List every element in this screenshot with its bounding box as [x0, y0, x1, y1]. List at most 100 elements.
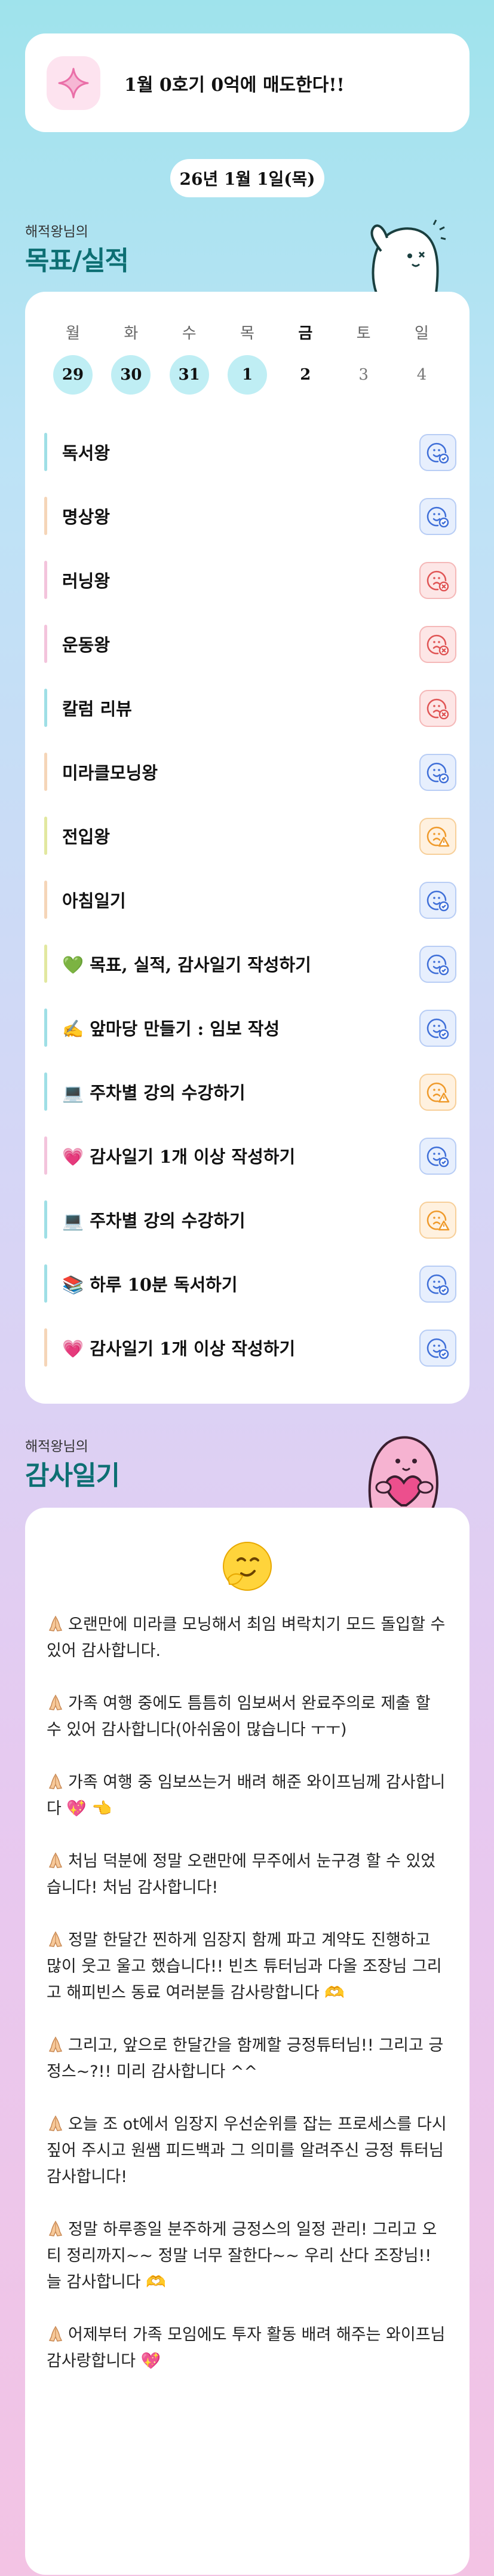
thanks-text: 가족 여행 중에도 틈틈히 임보써서 완료주의로 제출 할 수 있어 감사합니다… — [47, 1694, 431, 1739]
goal-item[interactable]: 독서왕 — [44, 420, 456, 484]
goal-title: 📚 하루 10분 독서하기 — [62, 1274, 238, 1295]
goal-color-bar — [44, 817, 47, 855]
week-day-number: 30 — [111, 355, 151, 395]
goal-status-blue-face-icon[interactable] — [419, 434, 456, 471]
week-day-number: 1 — [227, 355, 267, 395]
goal-title: 💻 주차별 강의 수강하기 — [62, 1210, 246, 1231]
goal-title: 독서왕 — [62, 442, 111, 463]
goal-status-orange-face-icon[interactable] — [419, 818, 456, 855]
thanks-entry: 정말 한달간 찐하게 임장지 함께 파고 계약도 진행하고 많이 웃고 울고 했… — [47, 1927, 448, 2006]
goal-color-bar — [44, 497, 47, 535]
goal-title: 💚 목표, 실적, 감사일기 작성하기 — [62, 954, 311, 975]
praying-hands-icon — [47, 1852, 68, 1871]
week-day[interactable]: 수 31 — [165, 322, 213, 395]
thanks-entry: 오랜만에 미라클 모닝해서 최임 벼락치기 모드 돌입할 수 있어 감사합니다. — [47, 1612, 448, 1664]
thanks-entry: 가족 여행 중에도 틈틈히 임보써서 완료주의로 제출 할 수 있어 감사합니다… — [47, 1691, 448, 1743]
thanks-text: 그리고, 앞으로 한달간을 함께할 긍정튜터님!! 그리고 긍정스~?!! 미리… — [47, 2036, 444, 2081]
thanks-text: 가족 여행 중 임보쓰는거 배려 해준 와이프님께 감사합니다 💖 👈 — [47, 1773, 446, 1818]
goal-item[interactable]: 명상왕 — [44, 484, 456, 548]
goal-item[interactable]: 아침일기 — [44, 867, 456, 931]
motto-card: 1월 0호기 0억에 매도한다!! — [25, 33, 470, 132]
goal-status-orange-face-icon[interactable] — [419, 1074, 456, 1111]
goal-title: 💻 주차별 강의 수강하기 — [62, 1082, 246, 1103]
goal-item[interactable]: 💗 감사일기 1개 이상 작성하기 — [44, 1315, 456, 1379]
praying-hands-icon — [47, 1694, 68, 1713]
thanks-entry: 그리고, 앞으로 한달간을 함께할 긍정튜터님!! 그리고 긍정스~?!! 미리… — [47, 2033, 448, 2085]
week-day[interactable]: 목1 — [223, 322, 271, 395]
thanks-text: 정말 하루종일 분주하게 긍정스의 일정 관리! 그리고 오티 정리까지~~ 정… — [47, 2220, 437, 2291]
week-day[interactable]: 금2 — [281, 322, 329, 395]
goal-item[interactable]: 📚 하루 10분 독서하기 — [44, 1251, 456, 1315]
thanks-entry: 오늘 조 ot에서 임장지 우선순위를 잡는 프로세스를 다시 짚어 주시고 원… — [47, 2111, 448, 2190]
goal-item[interactable]: ✍️ 앞마당 만들기 : 임보 작성 — [44, 995, 456, 1059]
goal-item[interactable]: 💚 목표, 실적, 감사일기 작성하기 — [44, 931, 456, 995]
goal-color-bar — [44, 1072, 47, 1111]
week-day-label: 토 — [356, 325, 371, 343]
goal-title: 💗 감사일기 1개 이상 작성하기 — [62, 1338, 296, 1359]
thanks-entry: 어제부터 가족 모임에도 투자 활동 배려 해주는 와이프님 감사랑합니다 💖 — [47, 2322, 448, 2375]
goal-item[interactable]: 전입왕 — [44, 803, 456, 867]
goal-color-bar — [44, 1200, 47, 1239]
week-day[interactable]: 화 30 — [107, 322, 155, 395]
week-day[interactable]: 토3 — [340, 322, 388, 395]
goal-color-bar — [44, 1264, 47, 1303]
goal-color-bar — [44, 945, 47, 983]
goal-status-orange-face-icon[interactable] — [419, 1202, 456, 1239]
motto-text: 1월 0호기 0억에 매도한다!! — [124, 74, 345, 96]
goal-status-blue-face-icon[interactable] — [419, 1266, 456, 1303]
goal-list: 독서왕명상왕 러닝왕 운동왕칼럼 리뷰미라클모닝왕전입왕아침일기 💚 목표, 실적, … — [44, 420, 456, 1379]
date-selector[interactable]: 26년 1월 1일(목) — [170, 159, 324, 197]
goal-title: 미라클모닝왕 — [62, 762, 158, 783]
week-day-label: 화 — [124, 325, 139, 343]
thanks-subtitle: 해적왕님의 — [25, 1439, 88, 1454]
goal-item[interactable]: 운동왕 — [44, 612, 456, 676]
thanks-list: 오랜만에 미라클 모닝해서 최임 벼락치기 모드 돌입할 수 있어 감사합니다.… — [47, 1612, 448, 2401]
week-day-label: 목 — [240, 325, 254, 343]
thanks-card: 오랜만에 미라클 모닝해서 최임 벼락치기 모드 돌입할 수 있어 감사합니다.… — [25, 1508, 470, 2575]
goal-status-blue-face-icon[interactable] — [419, 1330, 456, 1367]
week-day[interactable]: 월 29 — [49, 322, 97, 395]
goal-status-red-face-icon[interactable] — [419, 626, 456, 663]
goal-color-bar — [44, 625, 47, 663]
goal-color-bar — [44, 433, 47, 471]
goal-title: 전입왕 — [62, 826, 111, 847]
praying-hands-icon — [47, 1931, 68, 1949]
week-day[interactable]: 일4 — [398, 322, 446, 395]
praying-hands-icon — [47, 2220, 68, 2239]
goal-item[interactable]: 칼럼 리뷰 — [44, 676, 456, 740]
week-calendar: 월 29 화 30 수 31 목 1 금 2 토 3 일 4 — [49, 322, 446, 395]
thanks-text: 처님 덕분에 정말 오랜만에 무주에서 눈구경 할 수 있었습니다! 처님 감사… — [47, 1852, 436, 1897]
praying-hands-icon — [47, 2036, 68, 2055]
week-day-number: 29 — [53, 355, 93, 395]
goal-title: 아침일기 — [62, 890, 126, 911]
goal-status-red-face-icon[interactable] — [419, 690, 456, 727]
goals-card: 월 29 화 30 수 31 목 1 금 2 토 3 일 4 독서왕 명상왕 러닝왕 운동왕 칼럼 리뷰 미라클모닝… — [25, 292, 470, 1404]
goal-status-blue-face-icon[interactable] — [419, 946, 456, 983]
goal-color-bar — [44, 1328, 47, 1367]
goal-title: 칼럼 리뷰 — [62, 698, 132, 719]
thanks-entry: 가족 여행 중 임보쓰는거 배려 해준 와이프님께 감사합니다 💖 👈 — [47, 1770, 448, 1822]
goal-status-blue-face-icon[interactable] — [419, 498, 456, 535]
goal-item[interactable]: 💻 주차별 강의 수강하기 — [44, 1187, 456, 1251]
praying-hands-icon — [47, 1773, 68, 1792]
goal-status-blue-face-icon[interactable] — [419, 1010, 456, 1047]
goals-subtitle: 해적왕님의 — [25, 224, 88, 240]
goal-item[interactable]: 💗 감사일기 1개 이상 작성하기 — [44, 1123, 456, 1187]
thanks-title: 감사일기 — [25, 1460, 120, 1491]
heart-mascot-icon — [356, 1430, 446, 1512]
goal-item[interactable]: 미라클모닝왕 — [44, 740, 456, 803]
week-day-number: 3 — [358, 366, 369, 384]
goal-color-bar — [44, 561, 47, 599]
goal-item[interactable]: 러닝왕 — [44, 548, 456, 612]
goal-color-bar — [44, 881, 47, 919]
goal-color-bar — [44, 753, 47, 791]
goal-status-blue-face-icon[interactable] — [419, 754, 456, 791]
praying-hands-icon — [47, 2115, 68, 2134]
goal-status-blue-face-icon[interactable] — [419, 1138, 456, 1175]
thanks-entry: 처님 덕분에 정말 오랜만에 무주에서 눈구경 할 수 있었습니다! 처님 감사… — [47, 1848, 448, 1901]
goal-item[interactable]: 💻 주차별 강의 수강하기 — [44, 1059, 456, 1123]
goal-status-red-face-icon[interactable] — [419, 562, 456, 599]
goal-color-bar — [44, 1136, 47, 1175]
praying-hands-icon — [47, 1615, 68, 1634]
goal-status-blue-face-icon[interactable] — [419, 882, 456, 919]
